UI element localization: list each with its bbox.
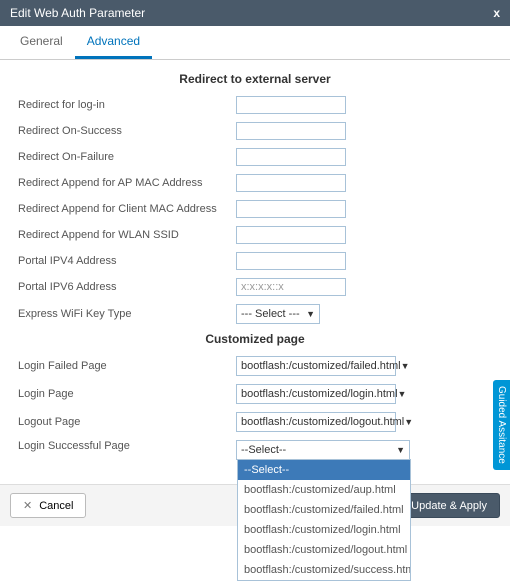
label-logout-page: Logout Page	[18, 416, 236, 428]
label-redirect-append-ap-mac: Redirect Append for AP MAC Address	[18, 177, 236, 189]
input-redirect-on-failure[interactable]	[236, 148, 346, 166]
select-login-value: bootflash:/customized/login.html	[241, 388, 398, 400]
chevron-down-icon: ▼	[396, 445, 405, 455]
update-apply-label: Update & Apply	[411, 500, 487, 512]
select-login-success-page[interactable]: --Select-- ▼ --Select-- bootflash:/custo…	[236, 440, 410, 460]
select-login-failed-page[interactable]: bootflash:/customized/failed.html ▼	[236, 356, 396, 376]
chevron-down-icon: ▼	[404, 417, 413, 427]
chevron-down-icon: ▼	[306, 309, 315, 319]
row-login-page: Login Page bootflash:/customized/login.h…	[18, 384, 492, 404]
label-redirect-on-failure: Redirect On-Failure	[18, 151, 236, 163]
select-express-wifi-key[interactable]: --- Select --- ▼	[236, 304, 320, 324]
select-login-failed-value: bootflash:/customized/failed.html	[241, 360, 401, 372]
row-portal-ipv6: Portal IPV6 Address	[18, 278, 492, 296]
input-redirect-append-wlan-ssid[interactable]	[236, 226, 346, 244]
label-express-wifi-key: Express WiFi Key Type	[18, 308, 236, 320]
tab-advanced[interactable]: Advanced	[75, 26, 152, 59]
label-login-success-page: Login Successful Page	[18, 440, 236, 452]
label-redirect-append-client-mac: Redirect Append for Client MAC Address	[18, 203, 236, 215]
row-login-success-page: Login Successful Page --Select-- ▼ --Sel…	[18, 440, 492, 460]
label-redirect-append-wlan-ssid: Redirect Append for WLAN SSID	[18, 229, 236, 241]
chevron-down-icon: ▼	[401, 361, 410, 371]
row-redirect-on-success: Redirect On-Success	[18, 122, 492, 140]
label-login-failed-page: Login Failed Page	[18, 360, 236, 372]
modal-title: Edit Web Auth Parameter	[10, 6, 145, 20]
row-redirect-on-failure: Redirect On-Failure	[18, 148, 492, 166]
label-login-page: Login Page	[18, 388, 236, 400]
row-login-failed-page: Login Failed Page bootflash:/customized/…	[18, 356, 492, 376]
row-express-wifi-key: Express WiFi Key Type --- Select --- ▼	[18, 304, 492, 324]
select-login-page[interactable]: bootflash:/customized/login.html ▼	[236, 384, 396, 404]
tab-general[interactable]: General	[8, 26, 75, 59]
label-redirect-on-success: Redirect On-Success	[18, 125, 236, 137]
label-portal-ipv6: Portal IPV6 Address	[18, 281, 236, 293]
cancel-button[interactable]: ✕ Cancel	[10, 493, 86, 518]
label-portal-ipv4: Portal IPV4 Address	[18, 255, 236, 267]
modal-header: Edit Web Auth Parameter x	[0, 0, 510, 26]
select-login-success-value: --Select--	[241, 444, 286, 456]
input-redirect-append-client-mac[interactable]	[236, 200, 346, 218]
row-redirect-append-client-mac: Redirect Append for Client MAC Address	[18, 200, 492, 218]
row-redirect-append-wlan-ssid: Redirect Append for WLAN SSID	[18, 226, 492, 244]
input-redirect-append-ap-mac[interactable]	[236, 174, 346, 192]
dropdown-item[interactable]: bootflash:/customized/aup.html	[238, 480, 410, 500]
x-icon: ✕	[23, 499, 32, 512]
input-redirect-login[interactable]	[236, 96, 346, 114]
row-redirect-login: Redirect for log-in	[18, 96, 492, 114]
dropdown-item[interactable]: bootflash:/customized/login.html	[238, 520, 410, 540]
guided-assistance-tab[interactable]: Guided Assitance	[493, 380, 510, 470]
dropdown-item[interactable]: bootflash:/customized/logout.html	[238, 540, 410, 560]
section-redirect-title: Redirect to external server	[18, 72, 492, 86]
row-redirect-append-ap-mac: Redirect Append for AP MAC Address	[18, 174, 492, 192]
select-logout-value: bootflash:/customized/logout.html	[241, 416, 404, 428]
chevron-down-icon: ▼	[398, 389, 407, 399]
cancel-label: Cancel	[39, 500, 73, 512]
input-portal-ipv4[interactable]	[236, 252, 346, 270]
tab-bar: General Advanced	[0, 26, 510, 60]
dropdown-list-login-success: --Select-- bootflash:/customized/aup.htm…	[237, 459, 411, 581]
close-icon[interactable]: x	[493, 6, 500, 20]
row-portal-ipv4: Portal IPV4 Address	[18, 252, 492, 270]
input-portal-ipv6[interactable]	[236, 278, 346, 296]
dropdown-item[interactable]: bootflash:/customized/success.html	[238, 560, 410, 580]
input-redirect-on-success[interactable]	[236, 122, 346, 140]
dropdown-item[interactable]: --Select--	[238, 460, 410, 480]
row-logout-page: Logout Page bootflash:/customized/logout…	[18, 412, 492, 432]
dropdown-item[interactable]: bootflash:/customized/failed.html	[238, 500, 410, 520]
form-content: Redirect to external server Redirect for…	[0, 60, 510, 500]
select-logout-page[interactable]: bootflash:/customized/logout.html ▼	[236, 412, 396, 432]
label-redirect-login: Redirect for log-in	[18, 99, 236, 111]
section-customized-title: Customized page	[18, 332, 492, 346]
select-express-wifi-key-value: --- Select ---	[241, 308, 300, 320]
